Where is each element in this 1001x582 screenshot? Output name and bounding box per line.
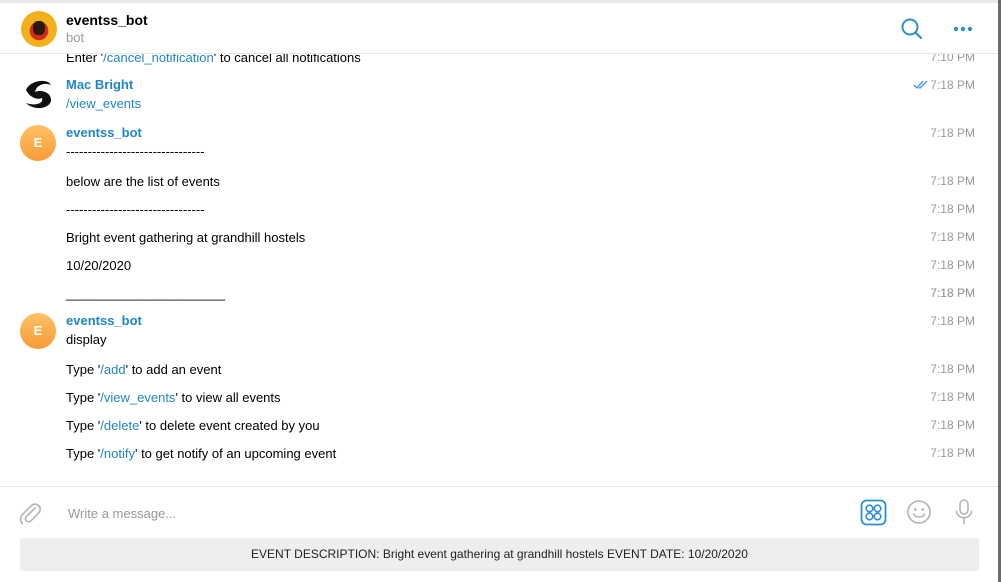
command-link[interactable]: /delete (100, 418, 139, 433)
message-text: ______________________ (66, 286, 226, 301)
emoji-icon[interactable] (906, 499, 932, 525)
message-text: Type '/view_events' to view all events (66, 390, 281, 405)
attach-icon[interactable] (18, 500, 42, 526)
sender-name[interactable]: eventss_bot (66, 313, 142, 328)
command-link[interactable]: /add (100, 362, 125, 377)
bot-keyboard-button[interactable]: EVENT DESCRIPTION: Bright event gatherin… (20, 538, 979, 571)
message-composer (0, 486, 998, 537)
message-text: Bright event gathering at grandhill host… (66, 230, 306, 245)
message-time: 7:18 PM (930, 390, 975, 404)
command-link[interactable]: /cancel_notification (103, 53, 214, 65)
command-link[interactable]: /view_events (100, 390, 175, 405)
message-time: 7:18 PM (930, 314, 975, 328)
command-link[interactable]: /view_events (66, 95, 141, 112)
message-text: Enter '/cancel_notification' to cancel a… (66, 53, 361, 66)
message-text: Type '/add' to add an event (66, 362, 222, 377)
user-avatar[interactable] (20, 76, 56, 112)
message-input[interactable] (66, 501, 830, 525)
command-link[interactable]: /notify (100, 446, 135, 461)
message-text: Type '/notify' to get notify of an upcom… (66, 446, 337, 461)
message-text: -------------------------------- (66, 202, 205, 217)
message-time: 7:18 PM (930, 126, 975, 140)
message-list[interactable]: Enter '/cancel_notification' to cancel a… (0, 53, 998, 486)
message-time: 7:18 PM (930, 258, 975, 272)
bot-avatar[interactable]: E (20, 125, 56, 161)
chat-header: eventss_bot bot (0, 3, 998, 54)
chat-subtitle: bot (66, 30, 85, 45)
message-time: 7:18 PM (930, 78, 975, 92)
bot-avatar[interactable] (21, 11, 57, 47)
message-time: 7:10 PM (930, 53, 975, 64)
chat-title[interactable]: eventss_bot (66, 12, 148, 28)
bot-avatar[interactable]: E (20, 313, 56, 349)
microphone-icon[interactable] (954, 498, 974, 526)
message-text: Type '/delete' to delete event created b… (66, 418, 320, 433)
search-icon[interactable] (899, 16, 925, 42)
message-time: 7:18 PM (930, 286, 975, 300)
message-text: below are the list of events (66, 174, 220, 189)
message-time: 7:18 PM (930, 362, 975, 376)
sender-name[interactable]: Mac Bright (66, 77, 133, 92)
read-checks-icon (913, 80, 928, 90)
message-text: 10/20/2020 (66, 258, 132, 273)
message-time: 7:18 PM (930, 418, 975, 432)
bot-commands-icon[interactable] (860, 499, 887, 526)
more-icon[interactable] (950, 16, 976, 42)
message-time: 7:18 PM (930, 230, 975, 244)
message-text: display (66, 332, 107, 347)
message-time: 7:18 PM (930, 446, 975, 460)
sender-name[interactable]: eventss_bot (66, 125, 142, 140)
message-time: 7:18 PM (930, 174, 975, 188)
message-time: 7:18 PM (930, 202, 975, 216)
message-text: -------------------------------- (66, 144, 205, 159)
